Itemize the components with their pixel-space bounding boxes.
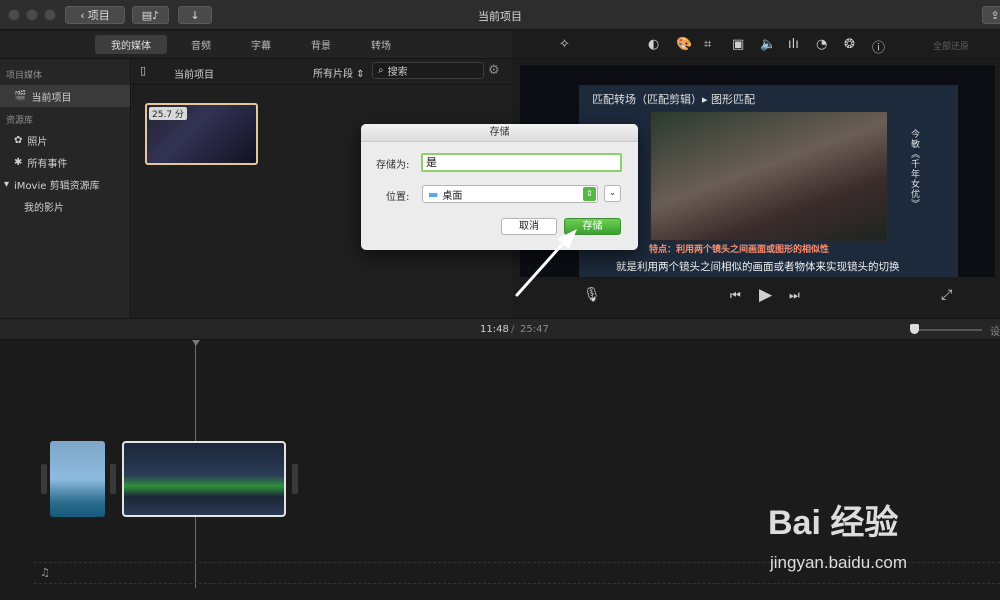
chevron-down-icon: ⌄ [608,188,617,198]
dialog-title: 存储 [361,124,638,142]
star-icon: ✱ [14,157,23,168]
tab-audio[interactable]: 音频 [175,35,227,54]
photos-icon: ✿ [14,135,23,146]
save-dialog: 存储 存储为: 是 位置: ▬ 桌面 ⇕ ⌄ 取消 存储 [361,124,638,250]
info-icon[interactable]: ⓘ [872,37,885,56]
timeline-header: 11:48 / 25:47 设 [0,318,1000,340]
tab-titles[interactable]: 字幕 [235,35,287,54]
baidu-watermark-logo: Bai 经验 jingyan.baidu.com [768,495,988,585]
timeline-clip-map[interactable] [50,441,105,517]
sidebar-item-imovie-library[interactable]: ▾ iMovie 剪辑资源库 [0,173,130,195]
tab-transitions[interactable]: 转场 [355,35,407,54]
save-as-label: 存储为: [376,160,410,171]
transition-handle[interactable] [110,464,116,494]
zoom-slider-thumb[interactable] [910,324,919,334]
window-title: 当前项目 [478,10,522,23]
title-bar: ‹ 项目 ▤♪ ↓ 当前项目 ⇪ [0,0,1000,30]
disclosure-triangle-icon[interactable]: ▾ [4,179,9,190]
crop-icon[interactable]: ⌗ [704,37,711,52]
tab-my-media[interactable]: 我的媒体 [95,35,167,54]
play-icon[interactable]: ▶ [759,285,772,305]
up-down-chevron-icon: ⇕ [356,69,365,80]
volume-icon[interactable]: 🔈 [760,37,776,52]
video-title-text: 匹配转场（匹配剪辑）▸ 图形匹配 [592,93,756,106]
sidebar-item-photos[interactable]: ✿ 照片 [0,129,130,151]
share-icon: ⇪ [990,8,1000,22]
clip-filter-select[interactable]: 所有片段 ⇕ [313,65,365,80]
watermark-brand: Bai 经验 [768,504,899,542]
location-label: 位置: [386,192,410,203]
video-side-caption: 今敏《千年女优》 [909,129,919,209]
expand-dialog-button[interactable]: ⌄ [604,185,621,202]
search-icon: ⌕ [378,65,384,76]
search-field[interactable]: ⌕ 搜索 [372,62,484,79]
clapper-icon: 🎬 [14,91,27,102]
color-balance-icon[interactable]: ◐ [648,37,659,52]
playhead-marker-icon[interactable] [192,340,200,346]
clip-trim-handle-left[interactable] [41,464,47,494]
annotation-arrow-icon [515,229,577,297]
timeline-clip-selected[interactable] [122,441,286,517]
zoom-slider-track[interactable] [912,329,982,331]
watermark-url: jingyan.baidu.com [770,553,908,572]
up-down-arrows-icon: ⇕ [583,187,596,201]
gear-icon[interactable]: ⚙ [488,63,500,78]
media-toolbar: ▯ 当前项目 所有片段 ⇕ ⌕ 搜索 ⚙ [132,59,512,85]
clip-duration-badge: 25.7 分 [149,107,187,120]
adjustment-toolbar: ✧ ◐ 🎨 ⌗ ▣ 🔈 ılı ◔ ❂ ⓘ 全部还原 [513,31,1000,59]
library-sidebar: 项目媒体 🎬 当前项目 资源库 ✿ 照片 ✱ 所有事件 ▾ iMovie 剪辑资… [0,59,131,318]
fullscreen-icon[interactable]: ⤢ [941,287,952,303]
libraries-heading: 资源库 [6,116,34,126]
sidebar-item-all-events[interactable]: ✱ 所有事件 [0,151,130,173]
stabilization-camera-icon[interactable]: ▣ [732,37,744,52]
anime-still-image [650,111,888,241]
timeline-settings-button[interactable]: 设 [990,323,1000,338]
color-palette-icon[interactable]: 🎨 [676,37,692,52]
sidebar-item-my-movie[interactable]: 我的影片 [0,195,130,217]
skip-back-icon[interactable]: ⏮ [730,288,741,303]
time-separator: / [511,324,515,335]
magic-wand-icon[interactable]: ✧ [559,37,570,52]
video-highlight-caption: 特点：利用两个镜头之间画面或图形的相似性 [649,245,830,255]
filter-circles-icon[interactable]: ❂ [844,37,855,52]
skip-forward-icon[interactable]: ⏭ [789,288,800,303]
total-time: 25:47 [520,324,549,335]
music-note-icon: ♫ [40,566,50,579]
media-clip-thumbnail[interactable]: 25.7 分 [145,103,258,165]
sidebar-toggle-icon[interactable]: ▯ [140,64,146,77]
breadcrumb: 当前项目 [174,70,214,81]
tab-backgrounds[interactable]: 背景 [295,35,347,54]
browser-tabs: 我的媒体 音频 字幕 背景 转场 [0,31,512,59]
equalizer-icon[interactable]: ılı [788,37,799,52]
video-subtitle: 就是利用两个镜头之间相似的画面或者物体来实现镜头的切换 [616,261,900,273]
reset-all-button[interactable]: 全部还原 [933,39,969,52]
folder-icon: ▬ [428,187,439,201]
save-as-input[interactable]: 是 [421,153,622,172]
current-time: 11:48 [480,324,509,335]
project-media-heading: 项目媒体 [6,71,43,81]
clip-trim-handle-right[interactable] [292,464,298,494]
imovie-window: ‹ 项目 ▤♪ ↓ 当前项目 ⇪ 我的媒体 音频 字幕 背景 转场 项目媒体 🎬… [0,0,1000,600]
location-select[interactable]: ▬ 桌面 ⇕ [422,185,598,203]
share-button[interactable]: ⇪ [982,6,1000,24]
sidebar-item-current-project[interactable]: 🎬 当前项目 [0,85,130,107]
speed-gauge-icon[interactable]: ◔ [816,37,827,52]
